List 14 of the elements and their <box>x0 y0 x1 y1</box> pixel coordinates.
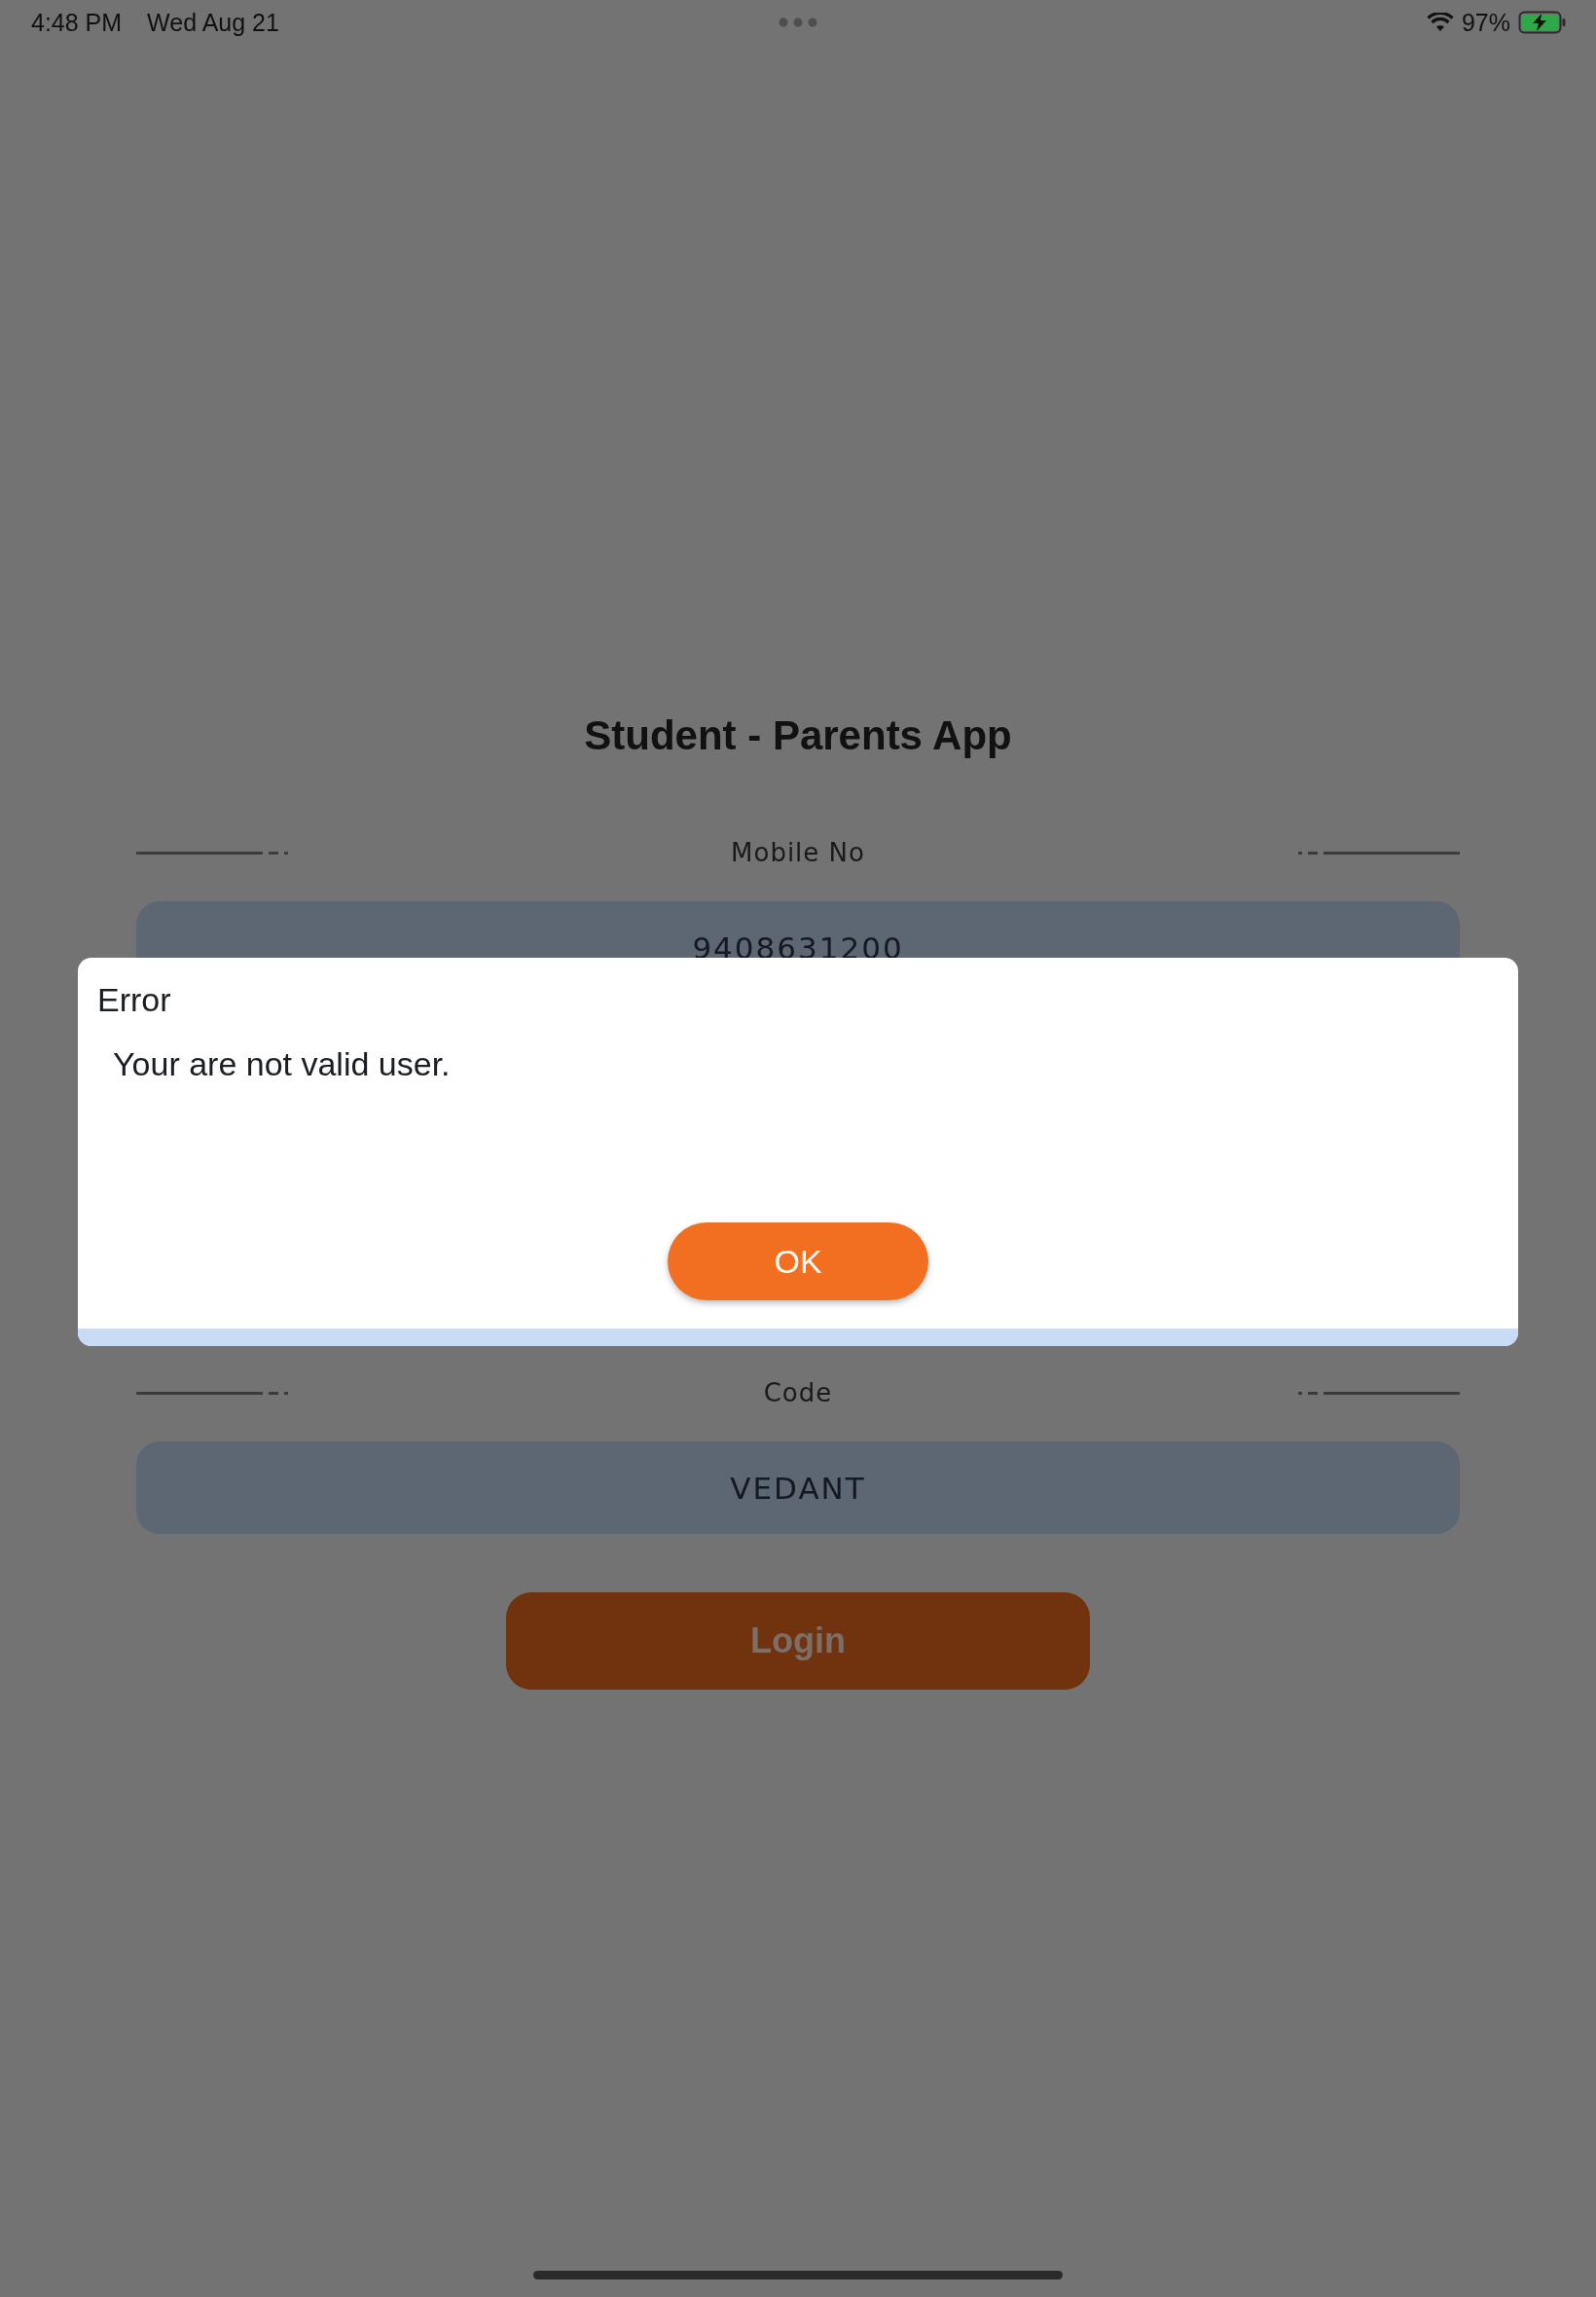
status-time: 4:48 PM <box>31 8 123 37</box>
multitasking-dots-icon[interactable] <box>779 18 817 27</box>
app-title: Student - Parents App <box>584 711 1012 760</box>
battery-charging-icon <box>1518 11 1567 34</box>
home-indicator[interactable] <box>533 2271 1063 2279</box>
status-date: Wed Aug 21 <box>147 8 279 37</box>
input-field[interactable]: VEDANT <box>136 1441 1460 1534</box>
battery-percent: 97% <box>1461 8 1510 37</box>
field-label: Code <box>763 1378 833 1407</box>
login-button[interactable]: Login <box>506 1592 1090 1690</box>
field-label: Mobile No <box>731 838 865 867</box>
dialog-message: Your are not valid user. <box>113 1045 452 1083</box>
ok-button[interactable]: OK <box>668 1222 928 1300</box>
wifi-icon <box>1426 13 1454 32</box>
